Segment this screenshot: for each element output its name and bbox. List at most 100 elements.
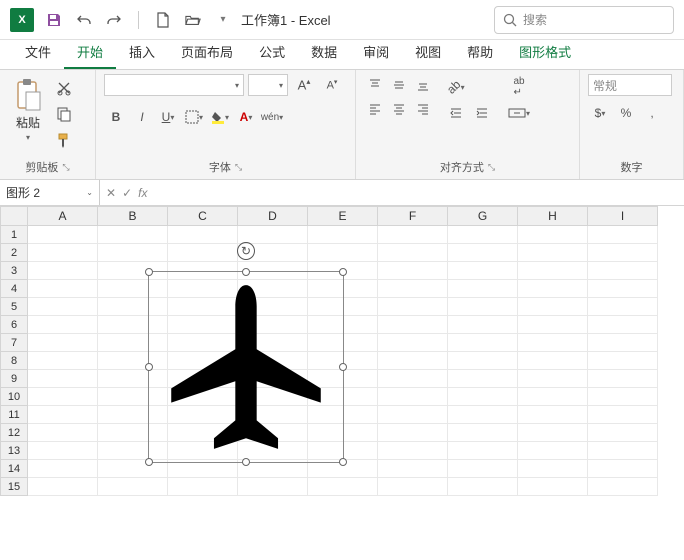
redo-icon[interactable]: [106, 12, 122, 28]
undo-icon[interactable]: [76, 12, 92, 28]
resize-handle-bl[interactable]: [145, 458, 153, 466]
decrease-indent-button[interactable]: [444, 102, 468, 124]
copy-button[interactable]: [54, 104, 74, 124]
tab-formulas[interactable]: 公式: [246, 36, 298, 69]
cell[interactable]: [448, 298, 518, 316]
cell[interactable]: [28, 226, 98, 244]
rotate-handle-icon[interactable]: [237, 242, 255, 260]
font-size-combo[interactable]: ▾: [248, 74, 288, 96]
cell[interactable]: [378, 352, 448, 370]
align-right-button[interactable]: [412, 98, 434, 120]
resize-handle-tl[interactable]: [145, 268, 153, 276]
cell[interactable]: [308, 244, 378, 262]
cell[interactable]: [448, 280, 518, 298]
cell[interactable]: [448, 226, 518, 244]
cell[interactable]: [588, 244, 658, 262]
cell[interactable]: [28, 442, 98, 460]
resize-handle-tm[interactable]: [242, 268, 250, 276]
airplane-shape[interactable]: [155, 278, 337, 456]
cell[interactable]: [168, 244, 238, 262]
dialog-launcher-icon[interactable]: ⤡: [235, 162, 242, 173]
cell[interactable]: [168, 478, 238, 496]
column-header[interactable]: A: [28, 206, 98, 226]
cell[interactable]: [448, 370, 518, 388]
tab-shape-format[interactable]: 图形格式: [506, 36, 584, 69]
align-middle-button[interactable]: [388, 74, 410, 96]
cancel-icon[interactable]: ✕: [106, 186, 116, 200]
font-color-button[interactable]: A▾: [234, 106, 258, 128]
row-header[interactable]: 10: [0, 388, 28, 406]
tab-page-layout[interactable]: 页面布局: [168, 36, 246, 69]
cell[interactable]: [378, 460, 448, 478]
increase-indent-button[interactable]: [470, 102, 494, 124]
font-name-combo[interactable]: ▾: [104, 74, 244, 96]
percent-button[interactable]: %: [614, 102, 638, 124]
tab-data[interactable]: 数据: [298, 36, 350, 69]
dialog-launcher-icon[interactable]: ⤡: [62, 162, 69, 173]
row-header[interactable]: 2: [0, 244, 28, 262]
merge-center-button[interactable]: ▾: [504, 102, 534, 124]
column-header[interactable]: G: [448, 206, 518, 226]
cell[interactable]: [238, 478, 308, 496]
cell[interactable]: [448, 244, 518, 262]
resize-handle-mr[interactable]: [339, 363, 347, 371]
row-header[interactable]: 13: [0, 442, 28, 460]
cell[interactable]: [378, 388, 448, 406]
align-bottom-button[interactable]: [412, 74, 434, 96]
format-painter-button[interactable]: [54, 130, 74, 150]
cell[interactable]: [448, 316, 518, 334]
column-header[interactable]: I: [588, 206, 658, 226]
tab-review[interactable]: 审阅: [350, 36, 402, 69]
resize-handle-bm[interactable]: [242, 458, 250, 466]
name-box[interactable]: 图形 2 ⌄: [0, 180, 100, 205]
cell[interactable]: [448, 442, 518, 460]
cell[interactable]: [518, 442, 588, 460]
cell[interactable]: [168, 226, 238, 244]
fx-icon[interactable]: fx: [138, 186, 147, 200]
tab-home[interactable]: 开始: [64, 36, 116, 69]
cell[interactable]: [518, 406, 588, 424]
cell[interactable]: [518, 370, 588, 388]
wrap-text-button[interactable]: ab↵: [504, 76, 534, 98]
cell[interactable]: [28, 424, 98, 442]
cell[interactable]: [588, 388, 658, 406]
cell[interactable]: [588, 424, 658, 442]
orientation-button[interactable]: ab▾: [444, 76, 468, 98]
cell[interactable]: [448, 388, 518, 406]
underline-button[interactable]: U▾: [156, 106, 180, 128]
cell[interactable]: [588, 298, 658, 316]
shape-selection[interactable]: [148, 271, 344, 463]
cell[interactable]: [518, 388, 588, 406]
column-header[interactable]: B: [98, 206, 168, 226]
cell[interactable]: [28, 298, 98, 316]
cell[interactable]: [28, 478, 98, 496]
cell[interactable]: [518, 334, 588, 352]
italic-button[interactable]: I: [130, 106, 154, 128]
cell[interactable]: [518, 298, 588, 316]
cell[interactable]: [448, 262, 518, 280]
cell[interactable]: [378, 478, 448, 496]
enter-icon[interactable]: ✓: [122, 186, 132, 200]
cell[interactable]: [28, 388, 98, 406]
number-format-combo[interactable]: 常规: [588, 74, 672, 96]
cell[interactable]: [518, 460, 588, 478]
cell[interactable]: [378, 262, 448, 280]
cell[interactable]: [588, 442, 658, 460]
cell[interactable]: [588, 280, 658, 298]
cell[interactable]: [28, 334, 98, 352]
search-box[interactable]: 搜索: [494, 6, 674, 34]
phonetic-button[interactable]: wén▾: [260, 106, 284, 128]
cell[interactable]: [588, 406, 658, 424]
dialog-launcher-icon[interactable]: ⤡: [488, 162, 495, 173]
cell[interactable]: [28, 316, 98, 334]
cell[interactable]: [28, 262, 98, 280]
comma-button[interactable]: ,: [640, 102, 664, 124]
cell[interactable]: [378, 424, 448, 442]
row-header[interactable]: 11: [0, 406, 28, 424]
qat-customize-icon[interactable]: ▾: [215, 12, 231, 28]
cell[interactable]: [98, 226, 168, 244]
select-all-corner[interactable]: [0, 206, 28, 226]
cell[interactable]: [98, 244, 168, 262]
cell[interactable]: [378, 226, 448, 244]
cell[interactable]: [588, 226, 658, 244]
